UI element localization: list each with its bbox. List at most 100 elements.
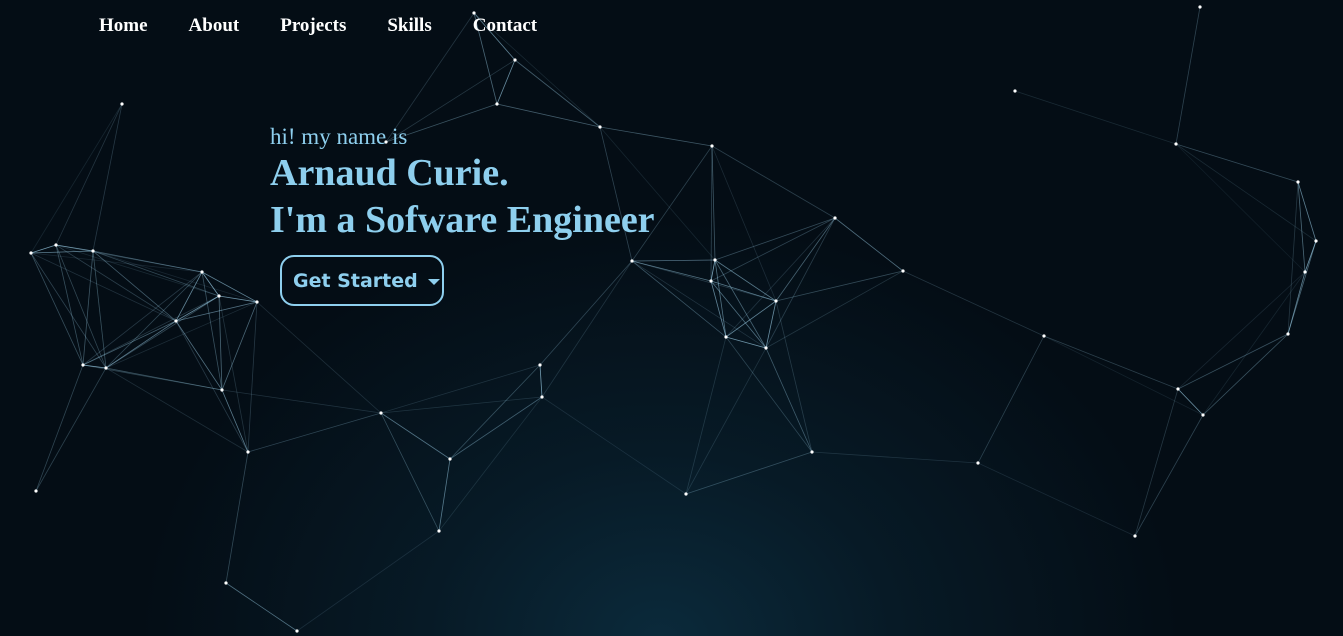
network-node: [200, 270, 204, 274]
get-started-button[interactable]: Get Started: [280, 255, 444, 306]
network-line: [30, 103, 123, 254]
network-line: [449, 396, 543, 460]
network-node: [495, 102, 499, 106]
network-line: [82, 320, 177, 366]
network-line: [92, 103, 123, 252]
network-line: [631, 259, 716, 262]
network-line: [765, 300, 777, 349]
network-node: [1314, 239, 1318, 243]
network-line: [221, 389, 249, 453]
network-line: [977, 335, 1045, 464]
network-node: [1303, 270, 1307, 274]
network-line: [105, 367, 249, 453]
network-line: [710, 217, 836, 282]
network-line: [449, 364, 541, 460]
network-node: [764, 346, 768, 350]
network-line: [225, 451, 249, 584]
network-node: [220, 388, 224, 392]
network-node: [1174, 142, 1178, 146]
network-line: [710, 259, 716, 282]
caret-down-icon: [427, 279, 440, 285]
network-node: [217, 294, 221, 298]
network-line: [1304, 240, 1317, 273]
network-node: [437, 529, 441, 533]
network-line: [175, 320, 249, 453]
network-line: [711, 145, 777, 302]
network-node: [104, 366, 108, 370]
hero-role: I'm a Sofware Engineer: [270, 199, 655, 241]
network-line: [685, 347, 767, 495]
network-line: [225, 582, 298, 632]
network-node: [713, 258, 717, 262]
network-node: [1296, 180, 1300, 184]
network-node: [976, 461, 980, 465]
network-line: [247, 412, 382, 453]
network-node: [1201, 413, 1205, 417]
network-line: [1043, 335, 1179, 390]
nav-contact-link[interactable]: Contact: [473, 15, 537, 37]
network-line: [55, 103, 123, 246]
hero-section: hi! my name is Arnaud Curie. I'm a Sofwa…: [270, 124, 655, 244]
network-line: [631, 260, 777, 302]
nav-skills-link[interactable]: Skills: [387, 15, 431, 37]
network-line: [514, 59, 601, 128]
network-node: [1013, 89, 1017, 93]
network-lines: [30, 6, 1317, 632]
network-line: [218, 295, 249, 453]
network-line: [1177, 333, 1289, 390]
network-line: [221, 389, 382, 414]
network-line: [55, 244, 107, 369]
network-line: [811, 451, 979, 464]
network-line: [1134, 414, 1204, 537]
network-line: [977, 462, 1136, 537]
network-line: [1287, 240, 1317, 335]
network-node: [1042, 334, 1046, 338]
network-line: [35, 364, 84, 492]
network-line: [201, 271, 223, 391]
network-node: [684, 492, 688, 496]
network-line: [105, 271, 203, 369]
network-node: [724, 335, 728, 339]
network-node: [34, 489, 38, 493]
network-line: [775, 300, 813, 453]
network-node: [630, 259, 634, 263]
network-line: [1287, 181, 1299, 335]
network-line: [725, 336, 767, 349]
network-node: [448, 457, 452, 461]
network-line: [710, 280, 727, 338]
network-node: [538, 363, 542, 367]
network-line: [105, 367, 223, 391]
hero-name: Arnaud Curie.: [270, 152, 509, 194]
network-line: [55, 244, 84, 366]
network-background: [29, 5, 1318, 633]
network-nodes: [29, 5, 1318, 633]
network-line: [1175, 6, 1201, 145]
network-node: [255, 300, 259, 304]
network-line: [1202, 333, 1289, 416]
network-line: [1134, 388, 1179, 537]
network-line: [1177, 388, 1204, 416]
network-line: [438, 458, 451, 532]
network-line: [35, 367, 107, 492]
network-node: [246, 450, 250, 454]
network-line: [1014, 90, 1177, 145]
nav-about-link[interactable]: About: [189, 15, 240, 37]
network-line: [30, 250, 94, 254]
network-line: [30, 252, 84, 366]
network-line: [711, 145, 716, 261]
nav-home-link[interactable]: Home: [99, 15, 148, 37]
network-line: [247, 301, 258, 453]
network-node: [29, 251, 33, 255]
network-line: [631, 260, 767, 349]
network-line: [541, 260, 633, 398]
network-line: [380, 364, 541, 414]
nav-projects-link[interactable]: Projects: [280, 15, 346, 37]
network-line: [539, 364, 543, 398]
network-line: [380, 412, 440, 532]
network-node: [91, 249, 95, 253]
network-node: [709, 279, 713, 283]
network-node: [379, 411, 383, 415]
network-line: [1043, 335, 1204, 416]
network-line: [380, 412, 451, 460]
network-line: [296, 530, 440, 632]
